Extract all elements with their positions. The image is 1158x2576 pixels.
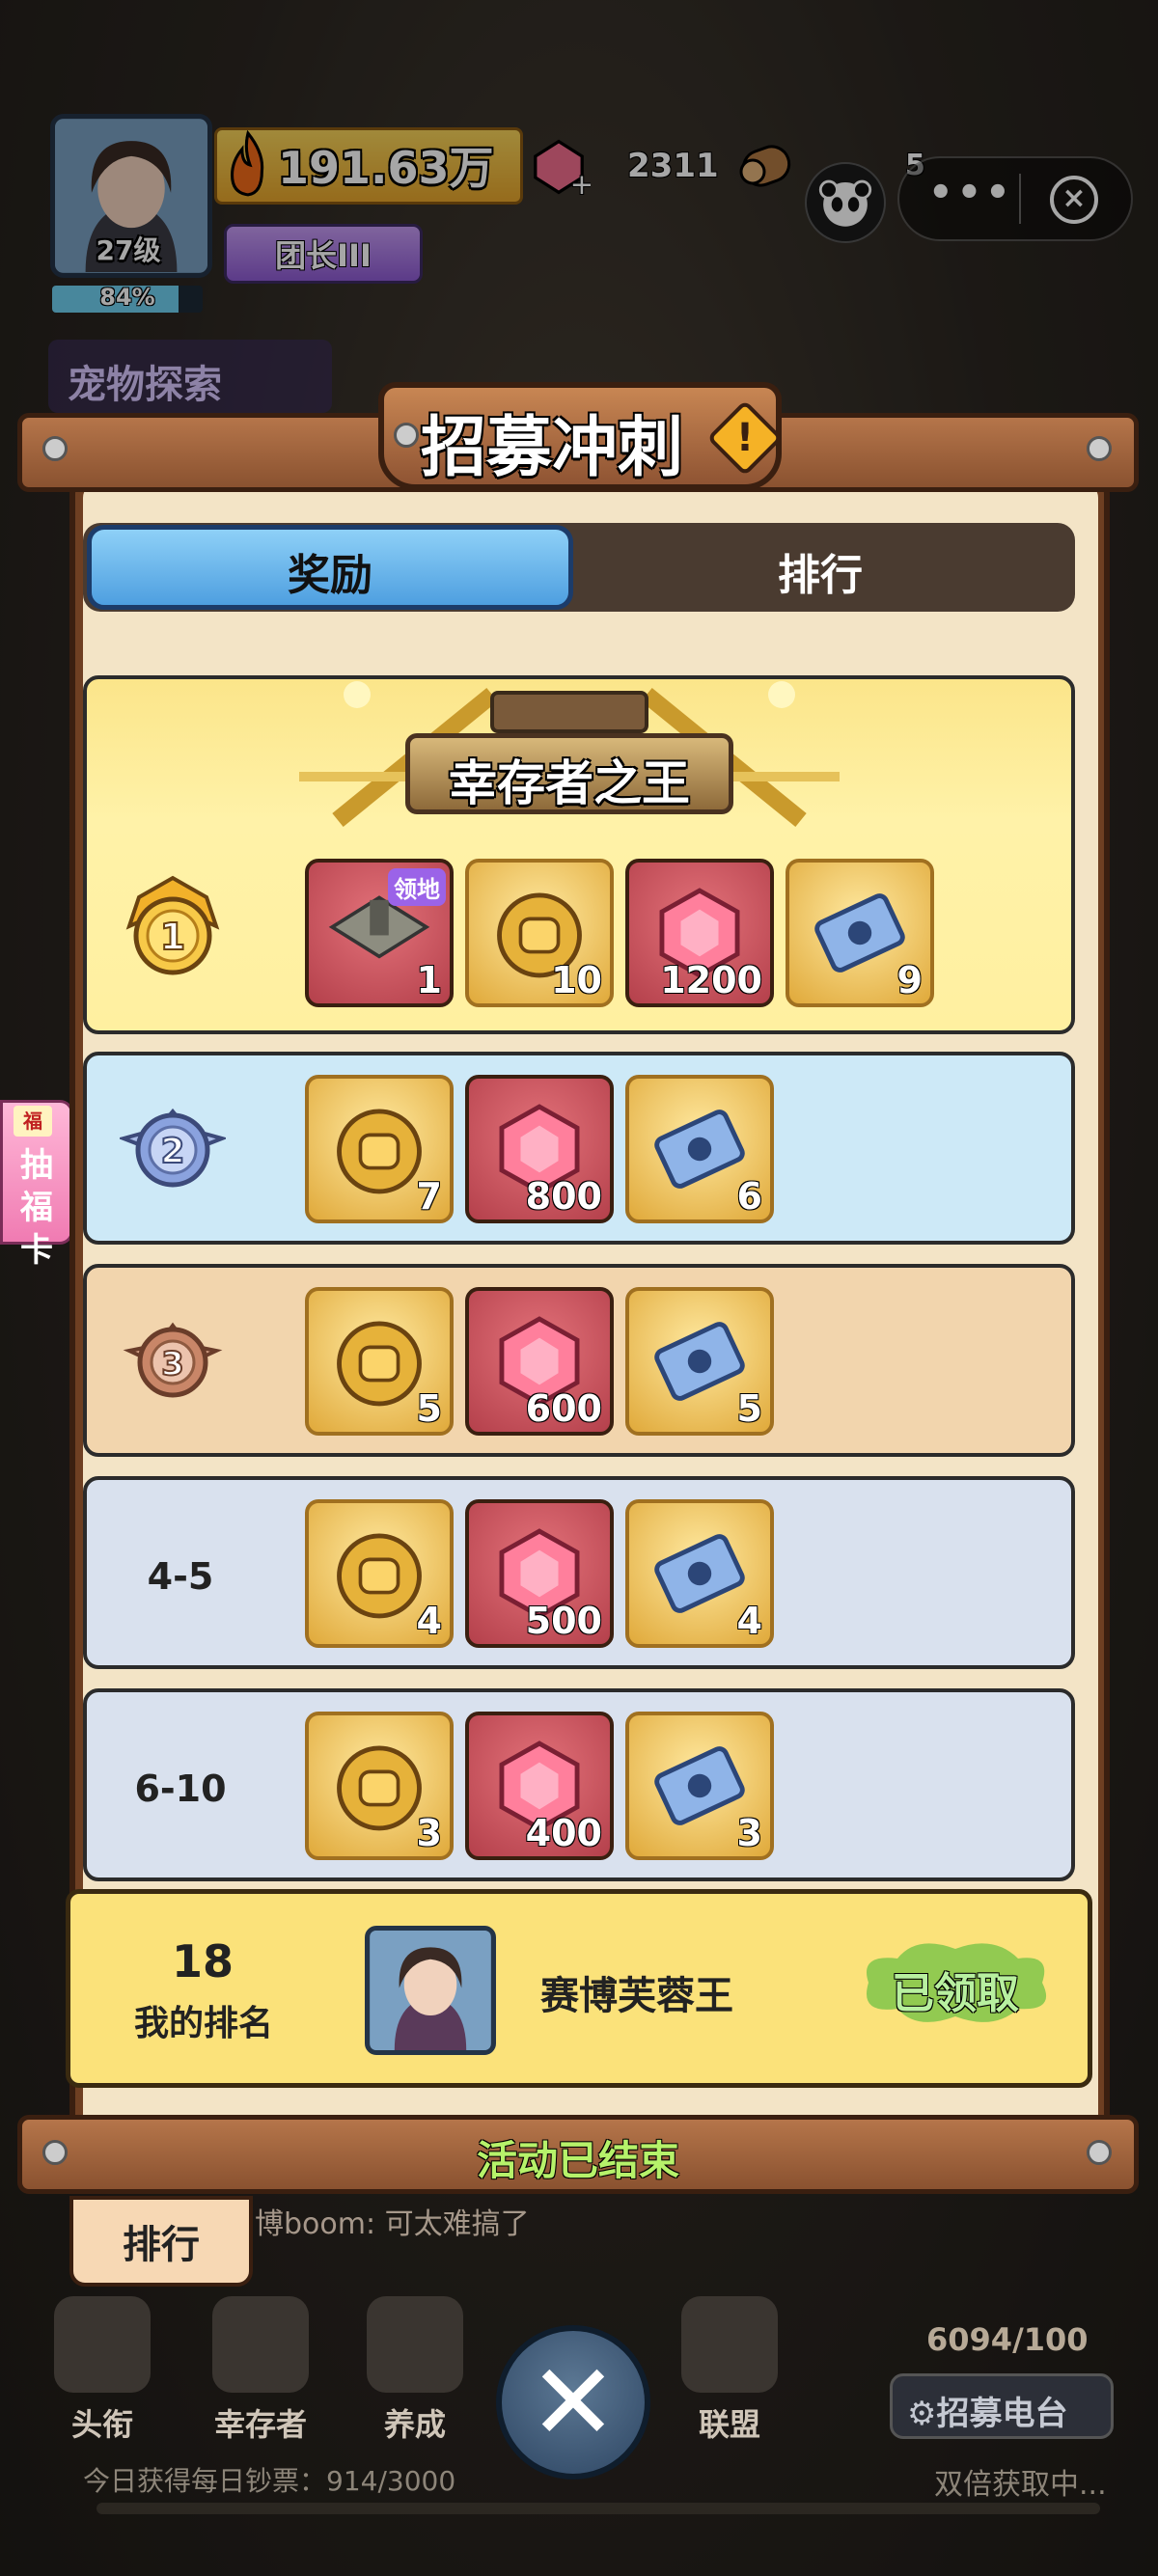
rank-2-medal-icon: 2	[120, 1108, 226, 1188]
rank-1-medal-icon: 1	[125, 875, 220, 975]
chat-preview[interactable]: 博boom: 可太难搞了	[255, 2200, 530, 2242]
nav-label: 幸存者	[213, 2406, 307, 2443]
reward-territory[interactable]: 领地 1	[305, 859, 454, 1007]
reward-count: 4	[416, 1600, 442, 1642]
reward-gem[interactable]: 1200	[625, 859, 774, 1007]
double-status: 双倍获取中...	[934, 2468, 1107, 2502]
reward-count: 600	[525, 1387, 602, 1430]
my-rank-number: 18	[171, 1935, 234, 1987]
reward-count: 5	[736, 1387, 762, 1430]
event-ended-label: 活动已结束	[476, 2137, 679, 2184]
reward-count: 10	[551, 959, 602, 1001]
reward-gem[interactable]: 800	[465, 1075, 614, 1223]
my-player-name: 赛博芙蓉王	[540, 1974, 733, 2018]
reward-count: 800	[525, 1175, 602, 1218]
bolt-icon	[42, 436, 68, 461]
nav-develop[interactable]: 养成	[347, 2296, 482, 2451]
alliance-shield-icon	[681, 2296, 778, 2393]
reward-count: 400	[525, 1812, 602, 1854]
reward-gem[interactable]: 400	[465, 1712, 614, 1860]
reward-recruit-medal[interactable]: 7	[305, 1075, 454, 1223]
reward-gem[interactable]: 500	[465, 1499, 614, 1648]
daily-cash-bar	[96, 2503, 1100, 2514]
nav-survivors[interactable]: 幸存者	[193, 2296, 328, 2451]
develop-grid-icon	[367, 2296, 463, 2393]
claimed-status: 已领取	[892, 1969, 1019, 2018]
reward-pet-ticket[interactable]: 4	[625, 1499, 774, 1648]
survivor-hat-icon	[212, 2296, 309, 2393]
reward-pet-ticket[interactable]: 9	[786, 859, 934, 1007]
reward-count: 3	[736, 1812, 762, 1854]
medal-rank-2: 2	[160, 1132, 184, 1171]
reward-recruit-medal[interactable]: 3	[305, 1712, 454, 1860]
reward-pet-ticket[interactable]: 6	[625, 1075, 774, 1223]
reward-count: 500	[525, 1600, 602, 1642]
info-icon: !	[735, 416, 755, 460]
tab-rewards-label: 奖励	[288, 551, 372, 600]
rank-range-4-5: 4-5	[147, 1555, 214, 1598]
nav-label: 养成	[383, 2406, 446, 2443]
rank-range-6-10: 6-10	[134, 1768, 227, 1810]
reward-count: 1	[416, 959, 442, 1001]
player-portrait-icon	[371, 1931, 490, 2050]
reward-count: 5	[416, 1387, 442, 1430]
reward-recruit-medal[interactable]: 10	[465, 859, 614, 1007]
my-rank-label: 我的排名	[133, 2004, 273, 2043]
nav-alliance[interactable]: 联盟	[662, 2296, 797, 2451]
nav-title[interactable]: 头衔	[35, 2296, 170, 2451]
medal-rank-3: 3	[161, 1345, 184, 1384]
reward-recruit-medal[interactable]: 5	[305, 1287, 454, 1436]
fu-card-label: 抽福卡	[20, 1146, 53, 1270]
reward-recruit-medal[interactable]: 4	[305, 1499, 454, 1648]
chat-user: 博boom:	[255, 2207, 376, 2241]
modal-title: 招募冲刺	[420, 410, 683, 486]
my-avatar	[365, 1926, 496, 2055]
close-x-icon: ✕	[528, 2341, 619, 2464]
nav-label: 联盟	[698, 2406, 760, 2443]
reward-pet-ticket[interactable]: 3	[625, 1712, 774, 1860]
title-nav-icon	[54, 2296, 151, 2393]
bolt-icon	[1087, 436, 1112, 461]
chat-message: 可太难搞了	[384, 2207, 530, 2241]
reward-count: 7	[416, 1175, 442, 1218]
nav-label: 头衔	[70, 2406, 133, 2443]
king-title: 幸存者之王	[449, 755, 690, 811]
tab-ranking[interactable]: 排行	[579, 540, 1062, 602]
ranking-tab-label: 排行	[123, 2223, 200, 2267]
rank-3-medal-icon: 3	[123, 1322, 223, 1398]
medal-rank-1: 1	[160, 916, 185, 958]
recruit-station-label: ⚙招募电台	[907, 2395, 1068, 2433]
reward-count: 3	[416, 1812, 442, 1854]
reward-count: 6	[736, 1175, 762, 1218]
reward-count: 9	[896, 959, 923, 1001]
gear-icon: ⚙	[907, 2395, 937, 2433]
reward-count: 1200	[660, 959, 762, 1001]
reward-pet-ticket[interactable]: 5	[625, 1287, 774, 1436]
fu-card-tag: 福	[14, 1106, 52, 1137]
land-tag: 领地	[388, 868, 446, 906]
reward-gem[interactable]: 600	[465, 1287, 614, 1436]
daily-cash-text: 今日获得每日钞票：914/3000	[83, 2465, 456, 2497]
cash-stock: 6094/100	[926, 2321, 1089, 2358]
reward-count: 4	[736, 1600, 762, 1642]
